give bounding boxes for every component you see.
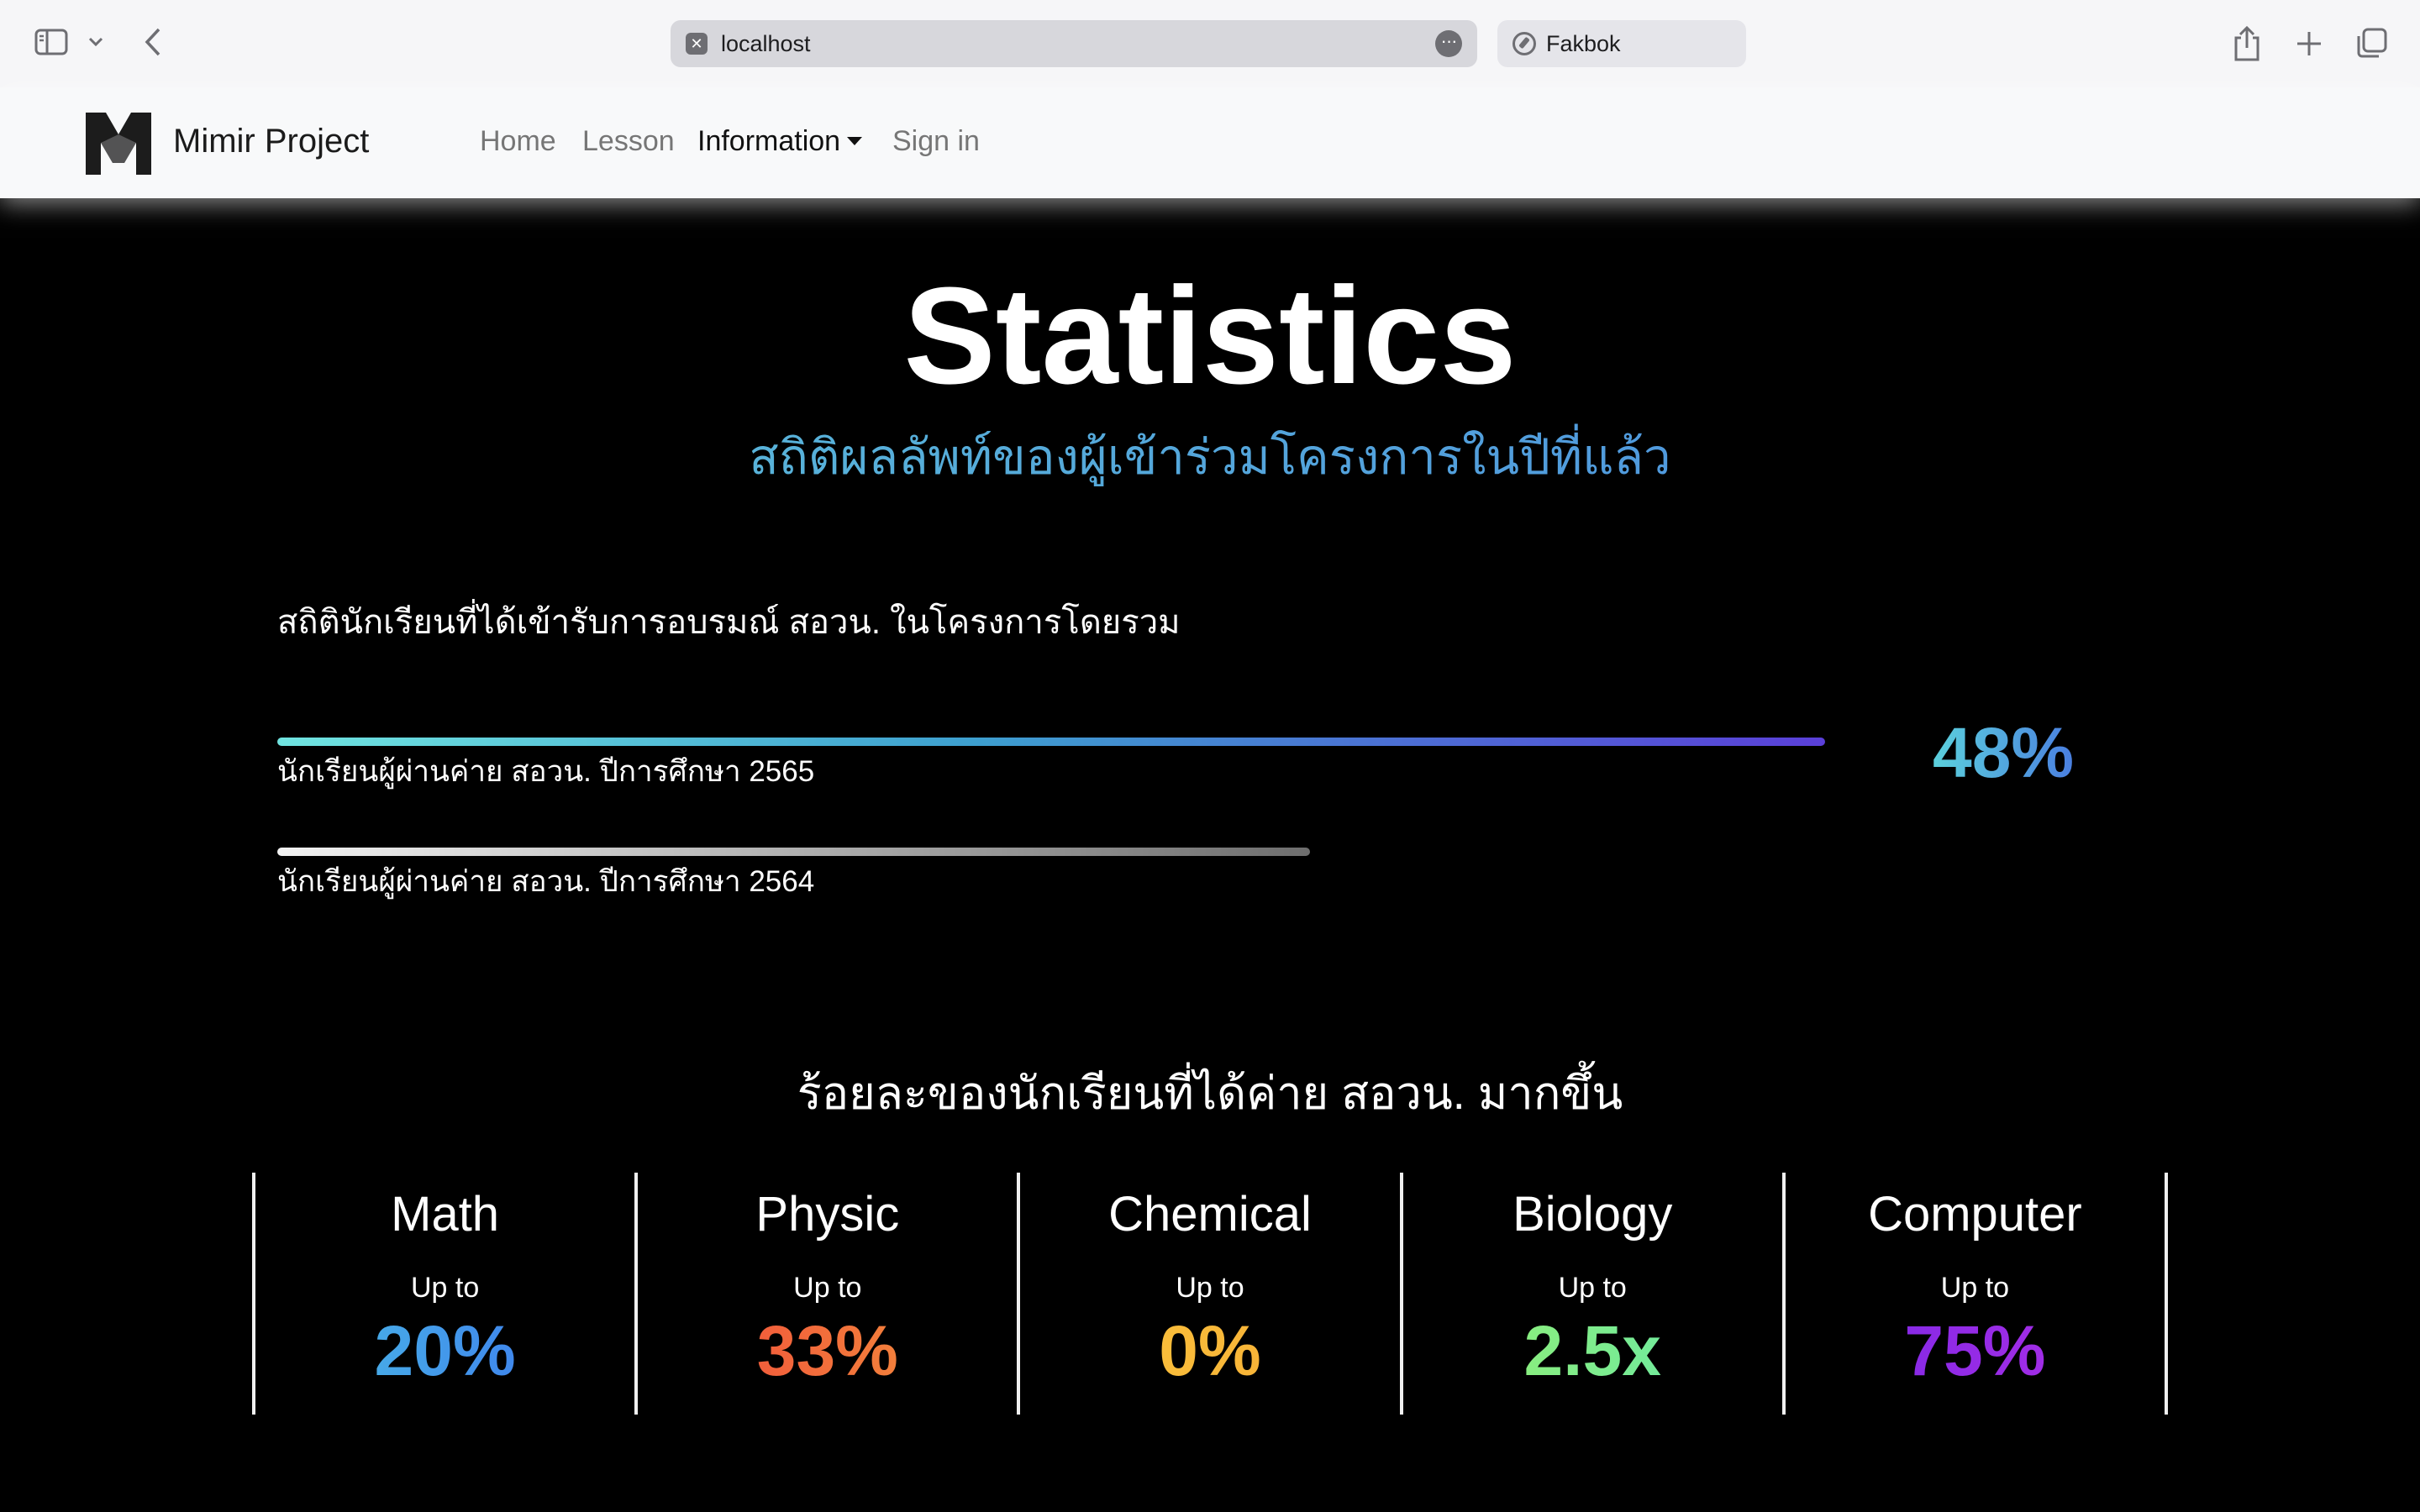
bar-percent: 48% <box>1933 711 2074 795</box>
site-navbar: Mimir Project Home Lesson Information Si… <box>0 87 2420 198</box>
compass-icon <box>1512 32 1536 55</box>
progress-bar-2564 <box>277 848 1310 856</box>
stat-math: Math Up to 20% <box>255 1173 634 1415</box>
stat-value: 20% <box>255 1309 634 1393</box>
stat-prefix: Up to <box>1558 1272 1627 1304</box>
share-icon[interactable] <box>2228 24 2265 64</box>
browser-toolbar: ✕ localhost ··· Fakbok <box>0 0 2420 87</box>
bar-label-2565: นักเรียนผู้ผ่านค่าย สอวน. ปีการศึกษา 256… <box>277 755 815 788</box>
tab-overview-icon[interactable] <box>2353 25 2390 62</box>
nav-home[interactable]: Home <box>480 87 556 195</box>
stat-prefix: Up to <box>410 1272 480 1304</box>
stat-prefix: Up to <box>793 1272 862 1304</box>
stat-value: 0% <box>1020 1309 1399 1393</box>
caret-down-icon <box>847 137 863 145</box>
stat-name: Biology <box>1512 1187 1673 1242</box>
subject-stats-row: Math Up to 20% Physic Up to 33% Chemical… <box>252 1173 2169 1415</box>
stat-name: Math <box>391 1187 500 1242</box>
progress-bar-2565 <box>277 738 1825 746</box>
site-favicon-icon: ✕ <box>686 33 708 55</box>
stat-name: Computer <box>1868 1187 2082 1242</box>
nav-information-dropdown[interactable]: Information <box>697 87 863 195</box>
nav-lesson[interactable]: Lesson <box>582 87 675 195</box>
subject-increase-heading: ร้อยละของนักเรียนที่ได้ค่าย สอวน. มากขึ้… <box>797 1068 1623 1119</box>
more-options-icon[interactable]: ··· <box>1435 30 1462 57</box>
stat-name: Physic <box>755 1187 900 1242</box>
stat-chemical: Chemical Up to 0% <box>1020 1173 1399 1415</box>
nav-information-label: Information <box>697 125 841 157</box>
stat-name: Chemical <box>1108 1187 1312 1242</box>
page-title: Statistics <box>903 259 1517 412</box>
overall-stats-heading: สถิตินักเรียนที่ได้เข้ารับการอบรมณ์ สอวน… <box>277 604 1181 641</box>
page-subtitle: สถิติผลลัพท์ของผู้เข้าร่วมโครงการในปีที่… <box>0 420 2420 496</box>
stat-value: 75% <box>1786 1309 2165 1393</box>
back-icon[interactable] <box>138 25 168 59</box>
stat-prefix: Up to <box>1940 1272 2010 1304</box>
chevron-down-icon[interactable] <box>84 30 108 54</box>
mimir-logo-icon[interactable] <box>84 108 153 176</box>
divider <box>2165 1173 2169 1415</box>
brand-name[interactable]: Mimir Project <box>173 87 369 195</box>
stat-biology: Biology Up to 2.5x <box>1403 1173 1782 1415</box>
stat-prefix: Up to <box>1176 1272 1244 1304</box>
nav-sign-in[interactable]: Sign in <box>892 87 980 195</box>
stat-value: 33% <box>638 1309 1017 1393</box>
sidebar-toggle-icon[interactable] <box>32 25 71 59</box>
browser-tab[interactable]: Fakbok <box>1497 20 1746 67</box>
stat-value: 2.5x <box>1403 1309 1782 1393</box>
stat-computer: Computer Up to 75% <box>1786 1173 2165 1415</box>
address-url[interactable]: localhost <box>721 20 811 67</box>
stat-physic: Physic Up to 33% <box>638 1173 1017 1415</box>
bar-label-2564: นักเรียนผู้ผ่านค่าย สอวน. ปีการศึกษา 256… <box>277 865 815 898</box>
tab-label: Fakbok <box>1546 31 1621 56</box>
address-bar[interactable]: ✕ localhost ··· <box>671 20 1477 67</box>
new-tab-icon[interactable] <box>2291 25 2328 62</box>
